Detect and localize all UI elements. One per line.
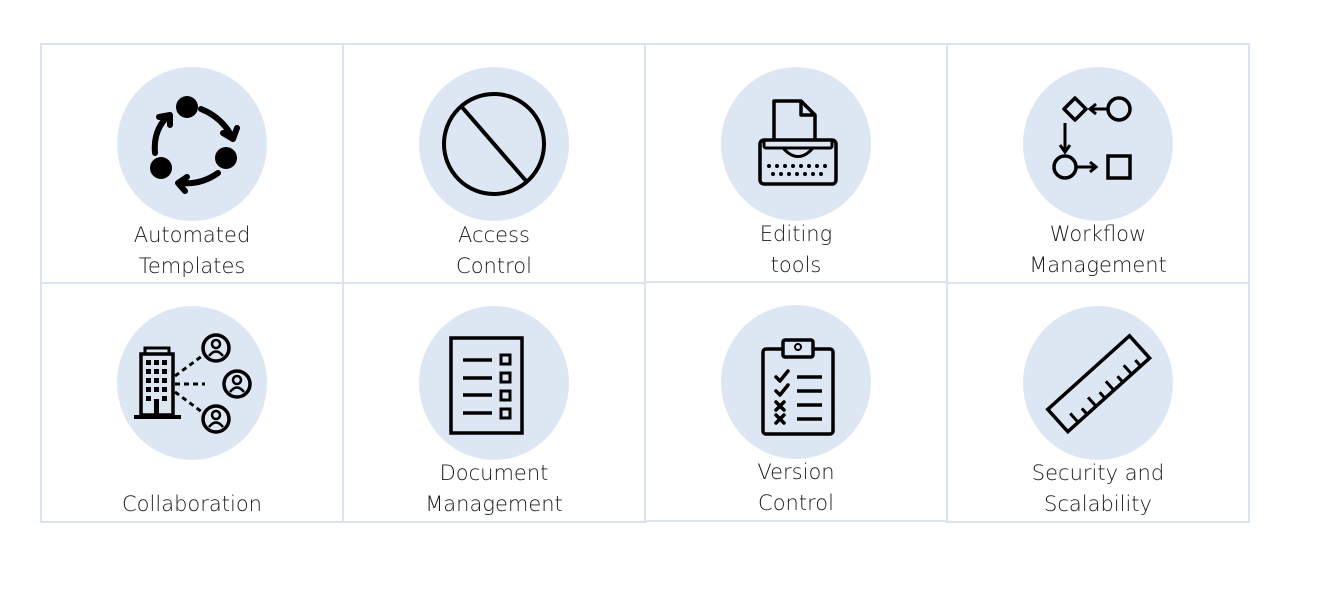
feature-card-version-control: Version Control xyxy=(644,281,948,522)
feature-label: Document Management xyxy=(425,461,563,516)
icon-circle xyxy=(117,306,267,460)
feature-label: Collaboration xyxy=(122,492,262,516)
icon-circle xyxy=(1023,67,1173,221)
icon-circle xyxy=(721,305,871,459)
feature-card-automated-templates: Automated Templates xyxy=(40,43,344,284)
feature-label: Security and Scalability xyxy=(1031,461,1165,516)
icon-circle xyxy=(117,67,267,221)
feature-card-collaboration: Collaboration xyxy=(40,282,344,523)
flowchart-icon xyxy=(1052,96,1132,180)
feature-label: Workflow Management xyxy=(1029,222,1167,277)
feature-label: Access Control xyxy=(456,223,532,278)
icon-circle xyxy=(721,67,871,221)
feature-card-editing-tools: Editing tools xyxy=(644,43,948,283)
icon-circle xyxy=(419,67,569,221)
feature-card-document-management: Document Management xyxy=(342,282,646,523)
feature-card-workflow-management: Workflow Management xyxy=(946,43,1250,284)
ruler-icon xyxy=(1045,333,1153,435)
building-network-icon xyxy=(134,333,252,434)
feature-card-security-and-scalability: Security and Scalability xyxy=(946,282,1250,523)
icon-circle xyxy=(419,306,569,460)
feature-card-access-control: Access Control xyxy=(342,43,646,284)
prohibited-icon xyxy=(442,92,546,196)
feature-label: Version Control xyxy=(757,460,835,515)
feature-grid: Automated Templates Access Control Editi… xyxy=(40,43,1250,523)
cycle-arrows-icon xyxy=(150,96,240,194)
icon-circle xyxy=(1023,306,1173,460)
feature-label: Automated Templates xyxy=(133,223,251,278)
typewriter-icon xyxy=(758,99,838,186)
feature-label: Editing tools xyxy=(759,222,833,277)
clipboard-checklist-icon xyxy=(761,338,835,436)
document-checklist-icon xyxy=(449,336,524,435)
